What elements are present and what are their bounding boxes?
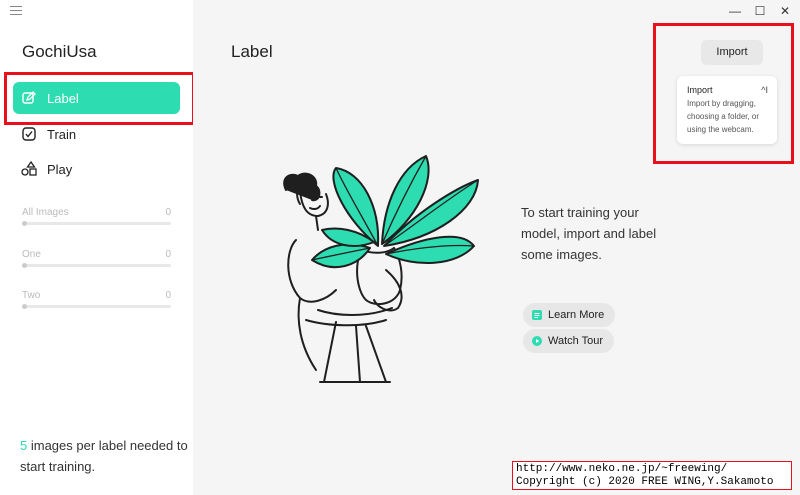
- page-title: Label: [231, 42, 273, 61]
- minimize-icon[interactable]: —: [728, 4, 742, 18]
- app-title: GochiUsa: [22, 42, 97, 61]
- empty-state-message: To start training your model, import and…: [521, 205, 657, 262]
- copyright-url: http://www.neko.ne.jp/~freewing/: [516, 463, 728, 475]
- nav-item-play[interactable]: Play: [13, 153, 180, 185]
- label-progress-bar: [22, 221, 171, 226]
- checkbox-icon: [21, 126, 37, 142]
- highlight-box-label-nav: [4, 72, 195, 125]
- watch-tour-label: Watch Tour: [548, 335, 604, 347]
- label-count: 0: [165, 207, 171, 218]
- hamburger-menu-icon[interactable]: [10, 6, 22, 16]
- label-name: All Images: [22, 207, 69, 218]
- close-icon[interactable]: ✕: [778, 4, 792, 18]
- play-circle-icon: [532, 336, 542, 346]
- nav-item-play-text: Play: [47, 161, 73, 177]
- label-count: 0: [165, 249, 171, 260]
- label-count: 0: [165, 290, 171, 301]
- maximize-icon[interactable]: ☐: [753, 4, 767, 18]
- label-name: One: [22, 249, 41, 260]
- label-progress-bar: [22, 263, 171, 268]
- nav-item-train-text: Train: [47, 126, 77, 142]
- learn-more-label: Learn More: [548, 309, 605, 321]
- person-holding-plant-illustration: [283, 155, 479, 383]
- training-requirement-note: 5 images per label needed to start train…: [20, 435, 190, 477]
- copyright-watermark: http://www.neko.ne.jp/~freewing/ Copyrig…: [512, 461, 792, 490]
- required-text: images per label needed to start trainin…: [20, 438, 188, 474]
- learn-more-button[interactable]: Learn More: [523, 303, 616, 327]
- document-icon: [532, 310, 542, 320]
- watch-tour-button[interactable]: Watch Tour: [523, 329, 615, 353]
- label-name: Two: [22, 290, 41, 301]
- label-progress-bar: [22, 304, 171, 309]
- shapes-icon: [21, 161, 37, 177]
- highlight-box-import: [653, 23, 794, 164]
- copyright-line: Copyright (c) 2020 FREE WING,Y.Sakamoto: [516, 476, 774, 488]
